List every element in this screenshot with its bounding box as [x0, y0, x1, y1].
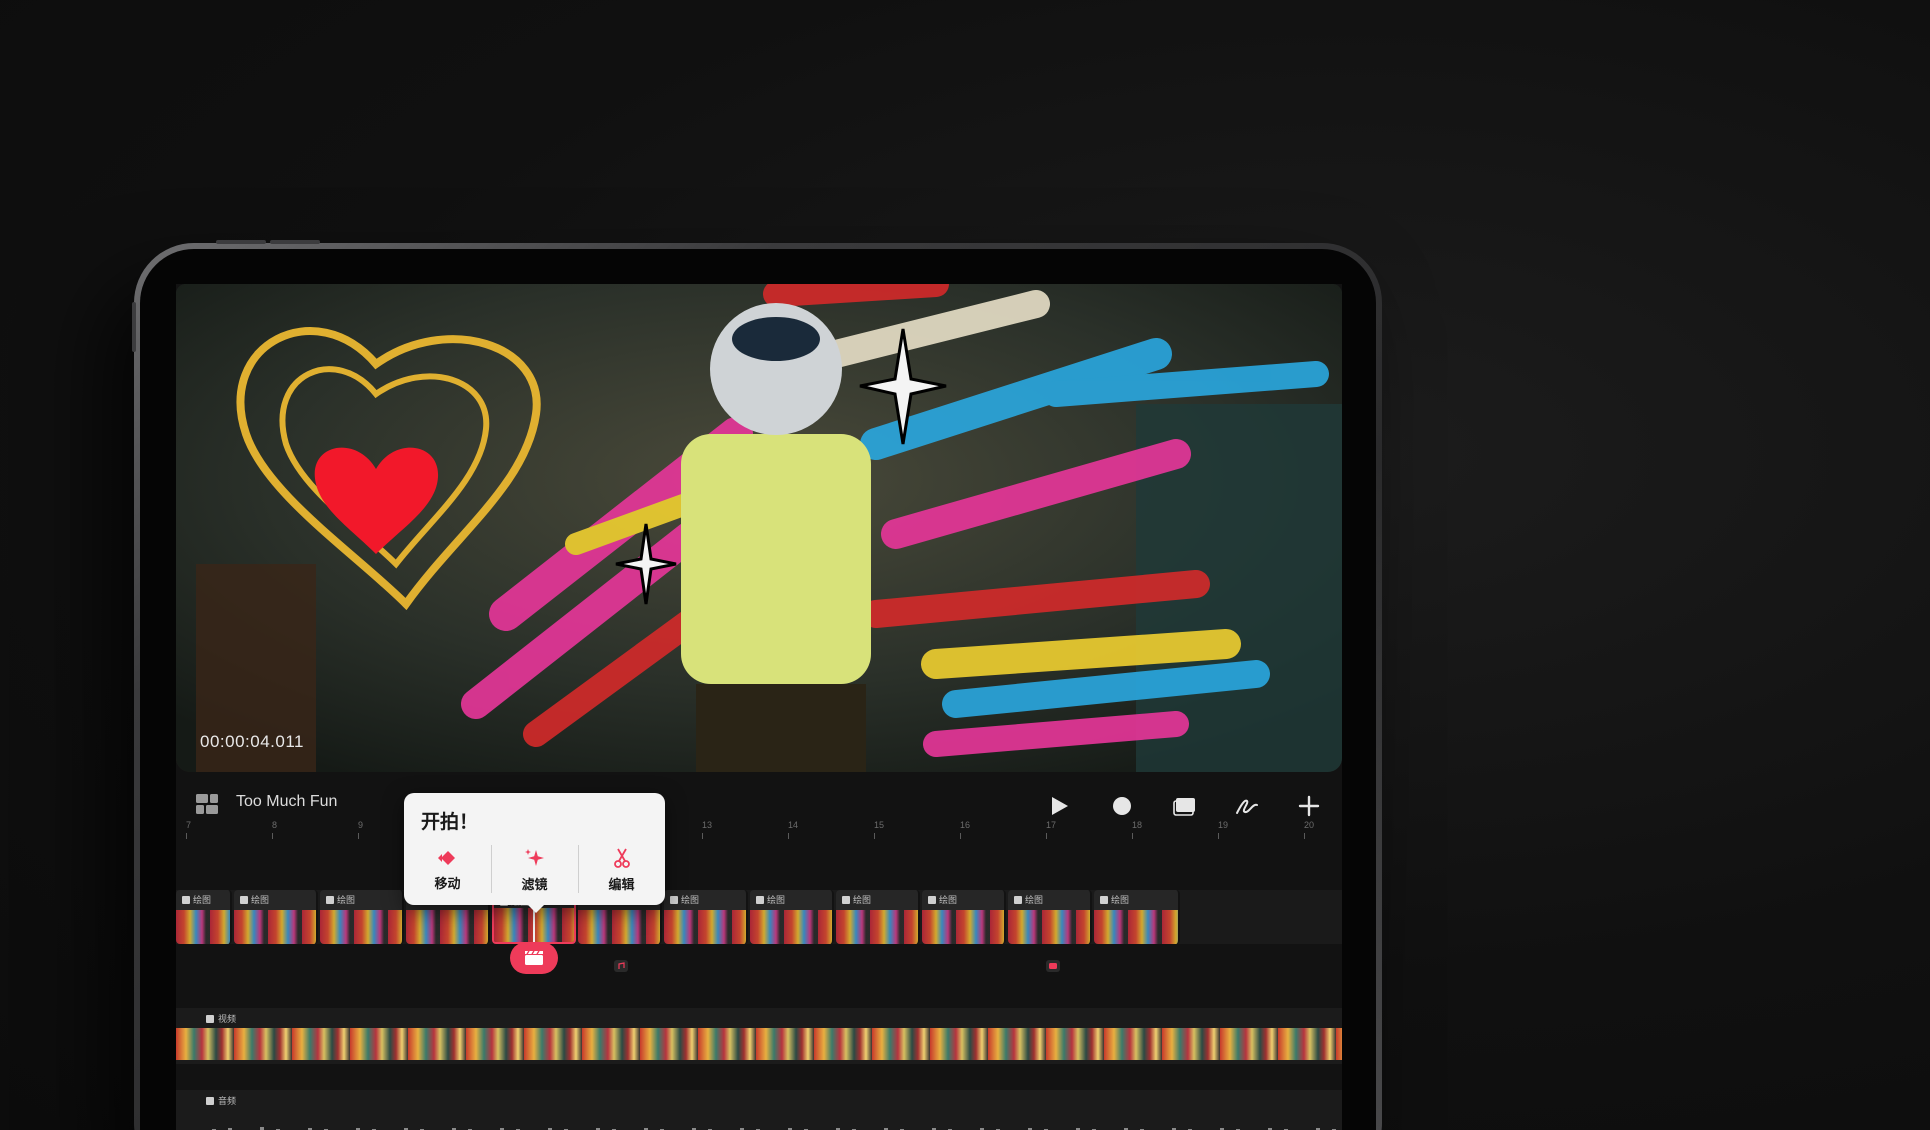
ruler-tick: 17 [1046, 820, 1057, 839]
top-button [216, 240, 266, 244]
plus-icon [1298, 795, 1320, 817]
ruler-tick: 14 [788, 820, 799, 839]
clip-action-popover: 开拍！ 移动 滤镜 编辑 [404, 793, 665, 913]
ruler-tick: 13 [702, 820, 713, 839]
checkbox-icon [240, 895, 248, 904]
move-action[interactable]: 移动 [404, 843, 491, 897]
ruler-tick: 20 [1304, 820, 1315, 839]
record-button[interactable] [1106, 790, 1138, 822]
play-button[interactable] [1043, 790, 1075, 822]
popover-actions: 移动 滤镜 编辑 [404, 843, 665, 897]
clip-thumbnails [1008, 910, 1090, 944]
clip-label: 绘图 [853, 895, 872, 905]
clip-thumbnails [578, 910, 660, 944]
drawing-clip[interactable]: 绘图 [836, 890, 920, 944]
checkbox-icon [756, 895, 764, 904]
clip-label: 绘图 [681, 895, 700, 905]
checkbox-icon[interactable] [206, 1096, 214, 1105]
clip-label: 绘图 [767, 895, 786, 905]
ruler-tick: 9 [358, 820, 364, 839]
sparkle-icon [524, 848, 544, 866]
edit-action[interactable]: 编辑 [578, 843, 665, 897]
video-frame-illustration [176, 284, 1342, 772]
video-marker[interactable] [1046, 960, 1060, 972]
video-filmstrip [176, 1028, 1342, 1060]
drawing-track: 绘图 绘图 绘图 绘图 绘图 绘图 绘图 绘图 绘图 [176, 890, 1342, 944]
audio-waveform [196, 1127, 1336, 1130]
playhead-marker[interactable] [510, 942, 558, 974]
volume-button [132, 302, 136, 352]
filter-action[interactable]: 滤镜 [491, 843, 578, 897]
checkbox-icon [670, 895, 678, 904]
clip-label: 绘图 [337, 895, 356, 905]
draw-button[interactable] [1231, 790, 1263, 822]
top-button-2 [270, 240, 320, 244]
stage: 00:00:04.011 Too Much Fun 7 8 9 13 14 15… [0, 0, 1930, 1130]
drawing-clip[interactable]: 绘图 [1094, 890, 1180, 944]
clip-label: 绘图 [1111, 895, 1130, 905]
ruler-tick: 8 [272, 820, 278, 839]
clip-thumbnails [922, 910, 1004, 944]
ruler-tick: 16 [960, 820, 971, 839]
clip-thumbnails [836, 910, 918, 944]
video-preview[interactable]: 00:00:04.011 [176, 284, 1342, 772]
audio-track[interactable]: 音频 [176, 1090, 1342, 1130]
timecode: 00:00:04.011 [200, 732, 304, 751]
checkbox-icon [326, 895, 334, 904]
timeline-ruler[interactable]: 7 8 9 13 14 15 16 17 18 19 20 [176, 820, 1342, 850]
checkbox-icon [182, 895, 190, 904]
video-track[interactable]: 视频 [176, 1008, 1342, 1064]
clip-thumbnails [406, 910, 488, 944]
project-grid-icon[interactable] [196, 794, 218, 814]
edit-action-label: 编辑 [608, 876, 635, 892]
checkbox-icon [1100, 895, 1108, 904]
move-action-label: 移动 [434, 875, 461, 891]
audio-marker[interactable] [614, 960, 628, 972]
clapperboard-icon [525, 950, 543, 965]
record-icon [1113, 797, 1131, 815]
popover-title: 开拍！ [421, 812, 479, 833]
ruler-tick: 19 [1218, 820, 1229, 839]
filter-action-label: 滤镜 [521, 876, 548, 892]
checkbox-icon [842, 895, 850, 904]
checkbox-icon[interactable] [206, 1014, 214, 1023]
project-title[interactable]: Too Much Fun [236, 793, 337, 811]
app-screen: 00:00:04.011 Too Much Fun 7 8 9 13 14 15… [176, 284, 1342, 1130]
clip-label: 绘图 [193, 895, 212, 905]
audio-track-label: 音频 [218, 1096, 237, 1106]
clip-thumbnails [750, 910, 832, 944]
music-note-icon [618, 962, 625, 969]
clip-label: 绘图 [939, 895, 958, 905]
play-icon [1052, 797, 1068, 815]
clip-thumbnails [176, 910, 230, 944]
layers-icon [1173, 798, 1195, 816]
clip-thumbnails [1094, 910, 1178, 944]
drawing-clip[interactable]: 绘图 [320, 890, 404, 944]
clip-thumbnails [234, 910, 316, 944]
video-track-label: 视频 [218, 1014, 237, 1024]
draw-icon [1236, 799, 1258, 814]
drawing-clip[interactable]: 绘图 [176, 890, 232, 944]
drawing-clip[interactable]: 绘图 [750, 890, 834, 944]
layers-button[interactable] [1169, 790, 1201, 822]
clip-label: 绘图 [251, 895, 270, 905]
checkbox-icon [928, 895, 936, 904]
drawing-clip[interactable]: 绘图 [234, 890, 318, 944]
drawing-clip[interactable]: 绘图 [1008, 890, 1092, 944]
add-button[interactable] [1293, 790, 1325, 822]
clip-thumbnails [320, 910, 402, 944]
ruler-tick: 18 [1132, 820, 1143, 839]
ruler-tick: 15 [874, 820, 885, 839]
clip-thumbnails [664, 910, 746, 944]
clip-label: 绘图 [1025, 895, 1044, 905]
move-icon [437, 850, 455, 865]
ruler-tick: 7 [186, 820, 192, 839]
video-clip-icon [1049, 963, 1057, 969]
drawing-clip[interactable]: 绘图 [922, 890, 1006, 944]
drawing-clip[interactable]: 绘图 [664, 890, 748, 944]
checkbox-icon [1014, 895, 1022, 904]
scissors-icon [613, 848, 630, 868]
